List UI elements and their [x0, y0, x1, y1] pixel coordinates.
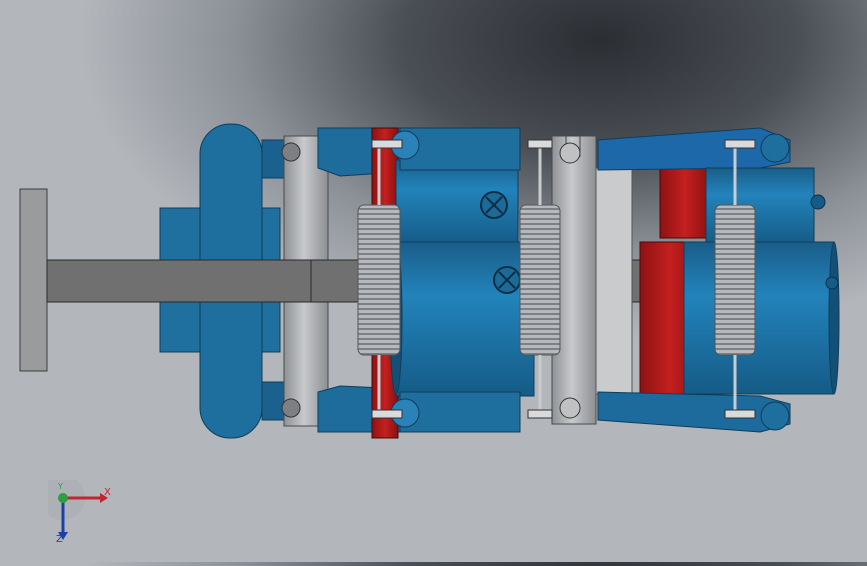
x-axis-label: X	[104, 487, 111, 498]
cylinder-body	[395, 241, 535, 397]
assembly-model[interactable]	[0, 0, 867, 562]
screw-head	[480, 191, 508, 219]
base-plate	[19, 188, 48, 372]
pivot-pin	[281, 142, 301, 162]
y-axis-label: Y	[58, 482, 63, 491]
red-block	[659, 167, 711, 239]
z-axis-label: Z	[56, 534, 63, 545]
y-axis-marker	[58, 493, 68, 503]
coordinate-triad: X Y Z	[41, 476, 118, 550]
pivot-pin	[281, 398, 301, 418]
tension-spring	[714, 204, 756, 356]
tension-spring	[357, 204, 401, 356]
tension-spring	[519, 204, 561, 356]
screw-head	[493, 266, 521, 294]
cylinder-body	[683, 241, 835, 395]
cad-3d-viewport[interactable]	[0, 0, 867, 562]
